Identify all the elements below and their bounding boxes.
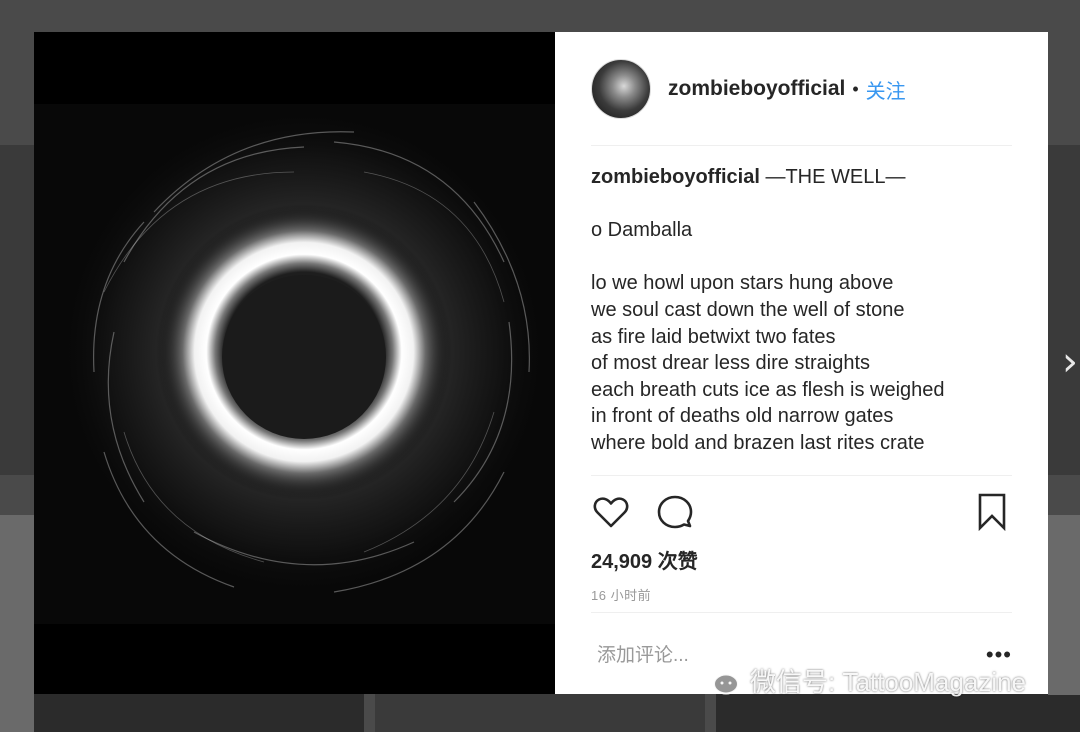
caption-line: where bold and brazen last rites crate xyxy=(591,431,925,454)
caption-line: of most drear less dire straights xyxy=(591,352,870,375)
post-timestamp: 16 小时前 xyxy=(591,588,652,603)
bookmark-icon[interactable] xyxy=(972,492,1012,532)
wechat-icon xyxy=(700,666,739,695)
post-details-panel: zombieboyofficial • 关注 zombieboyofficial… xyxy=(555,32,1048,694)
header-username[interactable]: zombieboyofficial xyxy=(668,77,845,101)
caption-line: as fire laid betwixt two fates xyxy=(591,325,836,348)
black-ring-artwork xyxy=(34,32,555,694)
post-modal: zombieboyofficial • 关注 zombieboyofficial… xyxy=(34,32,1048,694)
post-image xyxy=(34,32,555,694)
background-grid-tile xyxy=(1048,145,1080,475)
comment-bubble-icon[interactable] xyxy=(655,492,695,532)
avatar[interactable] xyxy=(591,59,651,119)
caption-line: o Damballa xyxy=(591,219,693,242)
next-post-arrow[interactable]: › xyxy=(1062,340,1080,384)
caption-line: in front of deaths old narrow gates xyxy=(591,405,894,428)
background-grid-tile xyxy=(34,694,364,732)
background-grid-tile xyxy=(0,515,34,732)
follow-button[interactable]: 关注 xyxy=(866,75,906,104)
action-bar xyxy=(591,492,1012,532)
caption-title: —THE WELL— xyxy=(765,166,906,188)
heart-icon[interactable] xyxy=(591,492,631,532)
background-grid-tile xyxy=(375,694,705,732)
comment-divider xyxy=(591,612,1012,613)
header-divider xyxy=(591,145,1012,146)
background-grid-tile xyxy=(0,145,34,475)
background-grid-tile xyxy=(1048,515,1080,695)
caption-username[interactable]: zombieboyofficial xyxy=(591,166,760,188)
watermark-text: 微信号: TattooMagazine xyxy=(750,666,1027,697)
separator-dot: • xyxy=(852,78,859,99)
actions-divider xyxy=(591,475,1012,476)
caption-line: lo we howl upon stars hung above xyxy=(591,272,894,295)
caption-line: each breath cuts ice as flesh is weighed xyxy=(591,378,945,401)
post-header: zombieboyofficial • 关注 xyxy=(591,58,1012,120)
caption-title-line: zombieboyofficial —THE WELL— xyxy=(591,164,1018,191)
likes-count[interactable]: 24,909 次赞 xyxy=(591,545,698,574)
watermark: 微信号: TattooMagazine xyxy=(698,660,1026,700)
caption-line: we soul cast down the well of stone xyxy=(591,298,905,321)
post-caption: zombieboyofficial —THE WELL— o Damballa … xyxy=(591,164,1018,457)
